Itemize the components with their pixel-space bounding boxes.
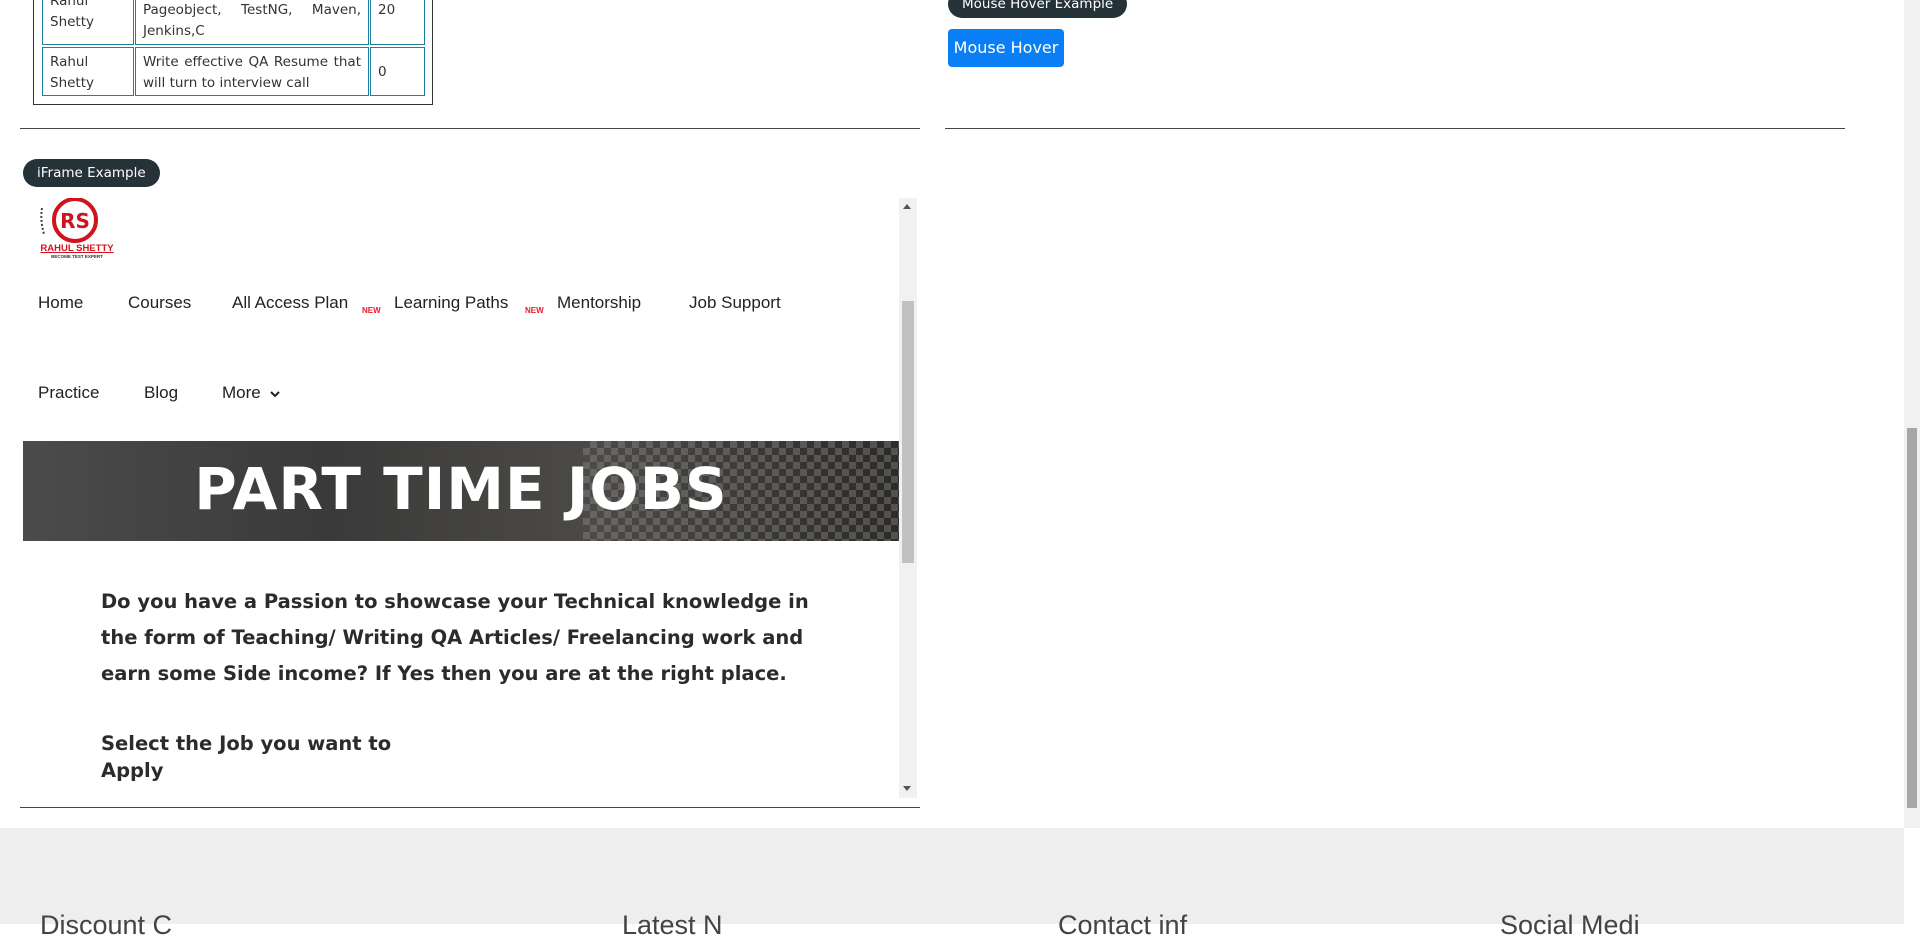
footer-heading-latest-news: Latest N bbox=[622, 910, 723, 940]
rahul-shetty-logo[interactable]: RS RAHUL SHETTY BECOME TEST EXPERT bbox=[35, 198, 119, 262]
courses-iframe[interactable]: RS RAHUL SHETTY BECOME TEST EXPERT Home … bbox=[23, 198, 917, 798]
select-job-heading: Select the Job you want to Apply bbox=[101, 732, 392, 782]
nav-learning-paths[interactable]: Learning Paths bbox=[394, 293, 508, 313]
web-table-fieldset: Rahul Shetty Pageobject, TestNG, Maven, … bbox=[33, 0, 433, 105]
iframe-scrollbar[interactable] bbox=[899, 198, 917, 798]
logo-tagline: BECOME TEST EXPERT bbox=[51, 254, 103, 259]
nav-mentorship[interactable]: Mentorship bbox=[557, 293, 641, 313]
table-cell-course: Pageobject, TestNG, Maven, Jenkins,C bbox=[135, 0, 369, 45]
table-cell-price: 0 bbox=[370, 47, 425, 96]
iframe-scrollbar-thumb[interactable] bbox=[902, 301, 914, 563]
nav-all-access-plan[interactable]: All Access Plan bbox=[232, 293, 348, 313]
footer: Discount C Latest N Contact inf Social M… bbox=[0, 828, 1904, 940]
section-divider bbox=[20, 128, 920, 129]
nav-home[interactable]: Home bbox=[38, 293, 83, 313]
svg-text:RS: RS bbox=[60, 209, 90, 233]
table-cell-course: Write effective QA Resume that will turn… bbox=[135, 47, 369, 96]
page-scrollbar-thumb[interactable] bbox=[1907, 428, 1917, 808]
footer-heading-contact-info: Contact inf bbox=[1058, 910, 1188, 940]
nav-more[interactable]: More bbox=[222, 383, 281, 403]
chevron-down-icon bbox=[270, 390, 281, 397]
course-text: Write effective QA Resume that will turn… bbox=[143, 54, 361, 91]
course-text: Pageobject, TestNG, Maven, Jenkins,C bbox=[143, 2, 361, 39]
iframe-legend: iFrame Example bbox=[23, 159, 160, 187]
mouse-hover-button[interactable]: Mouse Hover bbox=[948, 29, 1064, 67]
nav-blog[interactable]: Blog bbox=[144, 383, 178, 403]
new-badge: NEW bbox=[525, 306, 544, 315]
table-cell-instructor: Rahul Shetty bbox=[42, 47, 134, 96]
nav-job-support[interactable]: Job Support bbox=[689, 293, 781, 313]
nav-practice[interactable]: Practice bbox=[38, 383, 99, 403]
logo-name: RAHUL SHETTY bbox=[40, 243, 114, 254]
nav-courses[interactable]: Courses bbox=[128, 293, 191, 313]
mouse-hover-legend: Mouse Hover Example bbox=[948, 0, 1128, 18]
scroll-up-arrow-icon[interactable] bbox=[903, 204, 911, 209]
table-cell-price: 20 bbox=[370, 0, 425, 45]
page-scrollbar[interactable] bbox=[1904, 0, 1920, 828]
table-cell-instructor: Rahul Shetty bbox=[42, 0, 134, 45]
new-badge: NEW bbox=[362, 306, 381, 315]
section-divider bbox=[20, 807, 920, 808]
scroll-down-arrow-icon[interactable] bbox=[903, 786, 911, 791]
nav-more-label: More bbox=[222, 383, 261, 402]
footer-heading-discount: Discount C bbox=[40, 910, 173, 940]
part-time-jobs-banner: PART TIME JOBS bbox=[23, 441, 899, 541]
intro-paragraph: Do you have a Passion to showcase your T… bbox=[101, 590, 809, 685]
logo-emblem: RS bbox=[40, 198, 98, 243]
footer-heading-social-media: Social Medi bbox=[1500, 910, 1640, 940]
section-divider bbox=[945, 128, 1845, 129]
banner-title: PART TIME JOBS bbox=[194, 455, 728, 523]
